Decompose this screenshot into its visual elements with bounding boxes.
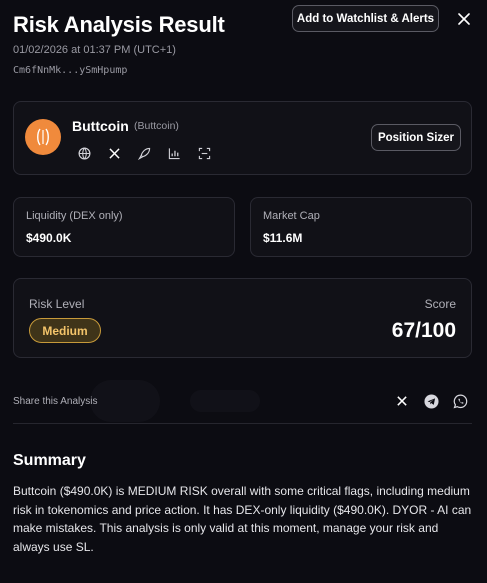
background-decoration: [90, 380, 160, 422]
x-icon[interactable]: [394, 393, 410, 409]
whatsapp-icon[interactable]: [452, 393, 468, 409]
score-value: 67/100: [391, 319, 456, 342]
score-label: Score: [424, 297, 456, 311]
risk-level-badge: Medium: [29, 318, 101, 343]
token-card: Buttcoin (Buttcoin) Position Sizer: [13, 101, 472, 175]
position-sizer-button[interactable]: Position Sizer: [371, 124, 461, 151]
risk-card: Risk Level Medium Score 67/100: [13, 278, 472, 358]
analysis-timestamp: 01/02/2026 at 01:37 PM (UTC+1): [13, 44, 176, 56]
chart-icon[interactable]: [166, 145, 182, 161]
add-to-watchlist-button[interactable]: Add to Watchlist & Alerts: [292, 5, 439, 32]
token-name: Buttcoin: [72, 118, 129, 134]
summary-text: Buttcoin ($490.0K) is MEDIUM RISK overal…: [13, 484, 472, 554]
token-logo: [25, 119, 61, 155]
close-icon[interactable]: [454, 9, 474, 29]
page-title: Risk Analysis Result: [13, 12, 225, 37]
scan-icon[interactable]: [196, 145, 212, 161]
token-links: [76, 145, 212, 161]
market-cap-label: Market Cap: [263, 210, 320, 222]
globe-icon[interactable]: [76, 145, 92, 161]
background-decoration: [190, 390, 260, 412]
divider: [13, 423, 472, 424]
token-symbol: (Buttcoin): [134, 120, 179, 132]
summary-title: Summary: [13, 452, 86, 469]
share-label: Share this Analysis: [13, 396, 98, 407]
liquidity-label: Liquidity (DEX only): [26, 210, 123, 222]
liquidity-value: $490.0K: [26, 231, 72, 245]
share-buttons: [394, 393, 468, 409]
market-cap-card: Market Cap $11.6M: [250, 197, 472, 257]
market-cap-value: $11.6M: [263, 231, 303, 245]
liquidity-card: Liquidity (DEX only) $490.0K: [13, 197, 235, 257]
contract-address[interactable]: Cm6fNnMk...ySmHpump: [13, 65, 127, 76]
x-icon[interactable]: [106, 145, 122, 161]
telegram-icon[interactable]: [423, 393, 439, 409]
risk-level-label: Risk Level: [29, 297, 85, 311]
rocket-icon[interactable]: [136, 145, 152, 161]
